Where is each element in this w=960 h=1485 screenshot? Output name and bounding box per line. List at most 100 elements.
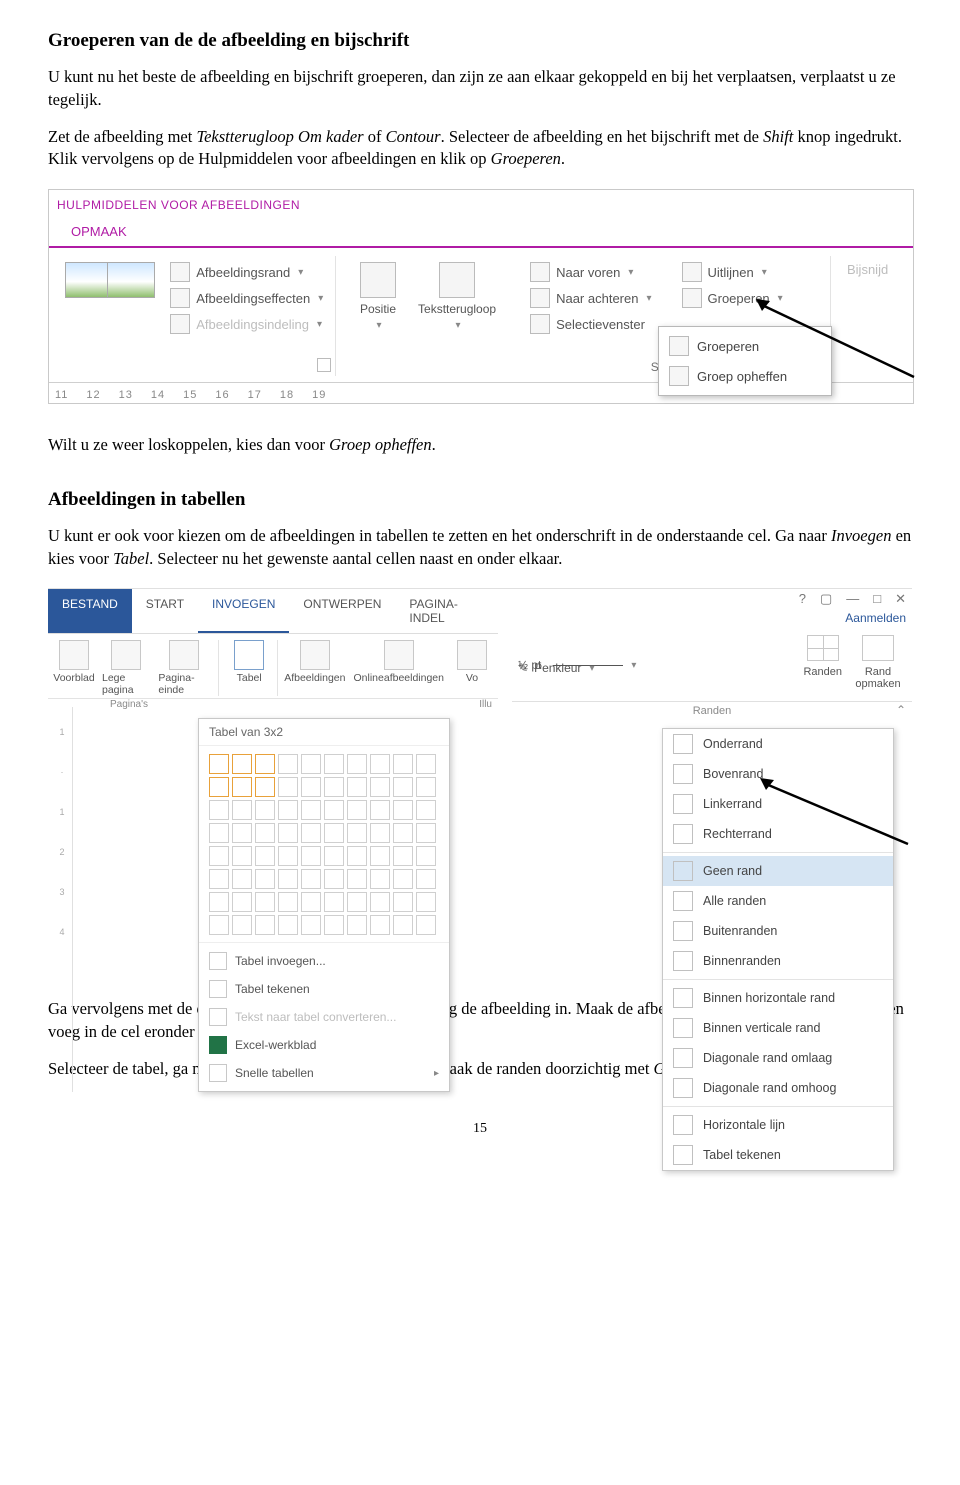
menu-item-tabel-invoegen[interactable]: Tabel invoegen... [199,947,449,975]
label: Binnen verticale rand [703,1021,820,1035]
label: Tabel invoegen... [235,954,326,968]
positie-button[interactable]: Positie ▾ [352,262,404,354]
txt: . [561,149,565,168]
positie-icon [360,262,396,298]
selectievenster-button[interactable]: Selectievenster [530,314,651,334]
ruler-tick: 15 [183,389,197,401]
picture-style-thumb[interactable] [107,262,155,298]
vertical-ruler: 1·1234 [52,707,73,1092]
menu-item-geen-rand[interactable]: Geen rand [663,856,893,886]
menu-item-diag-omhoog[interactable]: Diagonale rand omhoog [663,1073,893,1103]
label: Geen rand [703,864,762,878]
ribbon-options-icon[interactable]: ▢ [820,591,832,607]
tabel-button[interactable]: Tabel [225,640,273,696]
afbeeldingen-button[interactable]: Afbeeldingen [280,640,349,696]
chevron-down-icon: ▾ [628,267,633,278]
txt: . Selecteer nu het gewenste aantal celle… [149,549,562,568]
tabel-size-title: Tabel van 3x2 [199,719,449,746]
afbeeldingseffecten-button[interactable]: Afbeeldingseffecten▾ [170,288,323,308]
signin-link[interactable]: Aanmelden [845,611,906,625]
pagina-einde-button[interactable]: Pagina-einde [154,640,214,696]
annotation-arrow [760,778,910,848]
label: Selectievenster [556,317,645,332]
send-backward-icon [530,288,550,308]
em-contour: Contour [386,127,441,146]
em-shift: Shift [763,127,793,146]
label: Naar voren [556,265,620,280]
menu-item-onderrand[interactable]: Onderrand [663,729,893,759]
rand-opmaken-button[interactable] [862,635,894,661]
label: Lege pagina [102,672,150,696]
txt: Wilt u ze weer loskoppelen, kies dan voo… [48,435,329,454]
chevron-down-icon: ▾ [762,267,767,278]
border-inside-v-icon [673,1018,693,1038]
label: Afbeeldingsrand [196,265,290,280]
txt: Zet de afbeelding met [48,127,196,146]
menu-item-binnenranden[interactable]: Binnenranden [663,946,893,976]
annotation-arrow [756,299,916,379]
label: Rand opmaken [850,666,906,690]
label: Buitenranden [703,924,777,938]
menu-item-tabel-tekenen[interactable]: Tabel tekenen [663,1140,893,1170]
menu-item-alle-randen[interactable]: Alle randen [663,886,893,916]
border-none-icon [673,861,693,881]
menu-item-diag-omlaag[interactable]: Diagonale rand omlaag [663,1043,893,1073]
label: Diagonale rand omhoog [703,1081,836,1095]
table-insert-icon [209,952,227,970]
tab-start[interactable]: START [132,589,198,633]
menu-item-snelle-tabellen[interactable]: Snelle tabellen▸ [199,1059,449,1087]
afbeeldingsindeling-button[interactable]: Afbeeldingsindeling▾ [170,314,323,334]
tekstterugloop-button[interactable]: Tekstterugloop ▾ [410,262,504,354]
border-diag-up-icon [673,1078,693,1098]
tab-pagina-indel[interactable]: PAGINA-INDEL [395,589,498,633]
naar-achteren-button[interactable]: Naar achteren▾ [530,288,651,308]
em-tabel: Tabel [113,549,149,568]
border-outside-icon [673,921,693,941]
table-draw-icon [209,980,227,998]
voorblad-button[interactable]: Voorblad [50,640,98,696]
border-all-icon [673,891,693,911]
table-draw-icon [673,1145,693,1165]
menu-item-buitenranden[interactable]: Buitenranden [663,916,893,946]
menu-item-tabel-tekenen[interactable]: Tabel tekenen [199,975,449,1003]
tabel-size-grid[interactable] [199,746,449,942]
label: Alle randen [703,894,766,908]
effects-icon [170,288,190,308]
label: Pagina-einde [158,672,210,696]
tab-bestand[interactable]: BESTAND [48,589,132,633]
lege-pagina-button[interactable]: Lege pagina [98,640,154,696]
menu-item-horizontale-lijn[interactable]: Horizontale lijn [663,1110,893,1140]
tab-invoegen[interactable]: INVOEGEN [198,589,289,633]
ribbon-tab-opmaak[interactable]: OPMAAK [57,218,141,246]
minimize-icon[interactable]: — [846,591,859,607]
tab-ontwerpen[interactable]: ONTWERPEN [289,589,395,633]
quick-tables-icon [209,1064,227,1082]
border-left-icon [673,794,693,814]
menu-item-excel-werkblad[interactable]: Excel-werkblad [199,1031,449,1059]
close-icon[interactable]: ✕ [895,591,906,607]
ruler-tick: 14 [151,389,165,401]
maximize-icon[interactable]: □ [873,591,881,607]
afbeeldingsrand-button[interactable]: Afbeeldingsrand▾ [170,262,323,282]
naar-voren-button[interactable]: Naar voren ▾ [530,262,651,282]
help-icon[interactable]: ? [799,591,806,607]
para-1: U kunt nu het beste de afbeelding en bij… [48,66,912,112]
uitlijnen-button[interactable]: Uitlijnen▾ [682,262,783,282]
menu-item-binnen-horizontaal[interactable]: Binnen horizontale rand [663,983,893,1013]
shapes-icon [457,640,487,670]
onlineafbeeldingen-button[interactable]: Onlineafbeeldingen [350,640,449,696]
heading-groeperen: Groeperen van de de afbeelding en bijsch… [48,30,912,52]
collapse-ribbon-icon[interactable]: ⌃ [896,703,906,717]
label: Randen [803,666,842,678]
em-tekstterugloop: Tekstterugloop Om kader [196,127,363,146]
align-icon [682,262,702,282]
dialog-launcher[interactable] [317,358,331,372]
menu-item-binnen-verticaal[interactable]: Binnen verticale rand [663,1013,893,1043]
randen-split-button[interactable] [807,635,839,661]
ruler-tick: 17 [248,389,262,401]
border-top-icon [673,764,693,784]
vormen-partial[interactable]: Vo [448,640,496,696]
page-break-icon [169,640,199,670]
label: Afbeeldingsindeling [196,317,309,332]
penkleur-button[interactable]: ✎ Penkleur ▾ [518,661,594,675]
